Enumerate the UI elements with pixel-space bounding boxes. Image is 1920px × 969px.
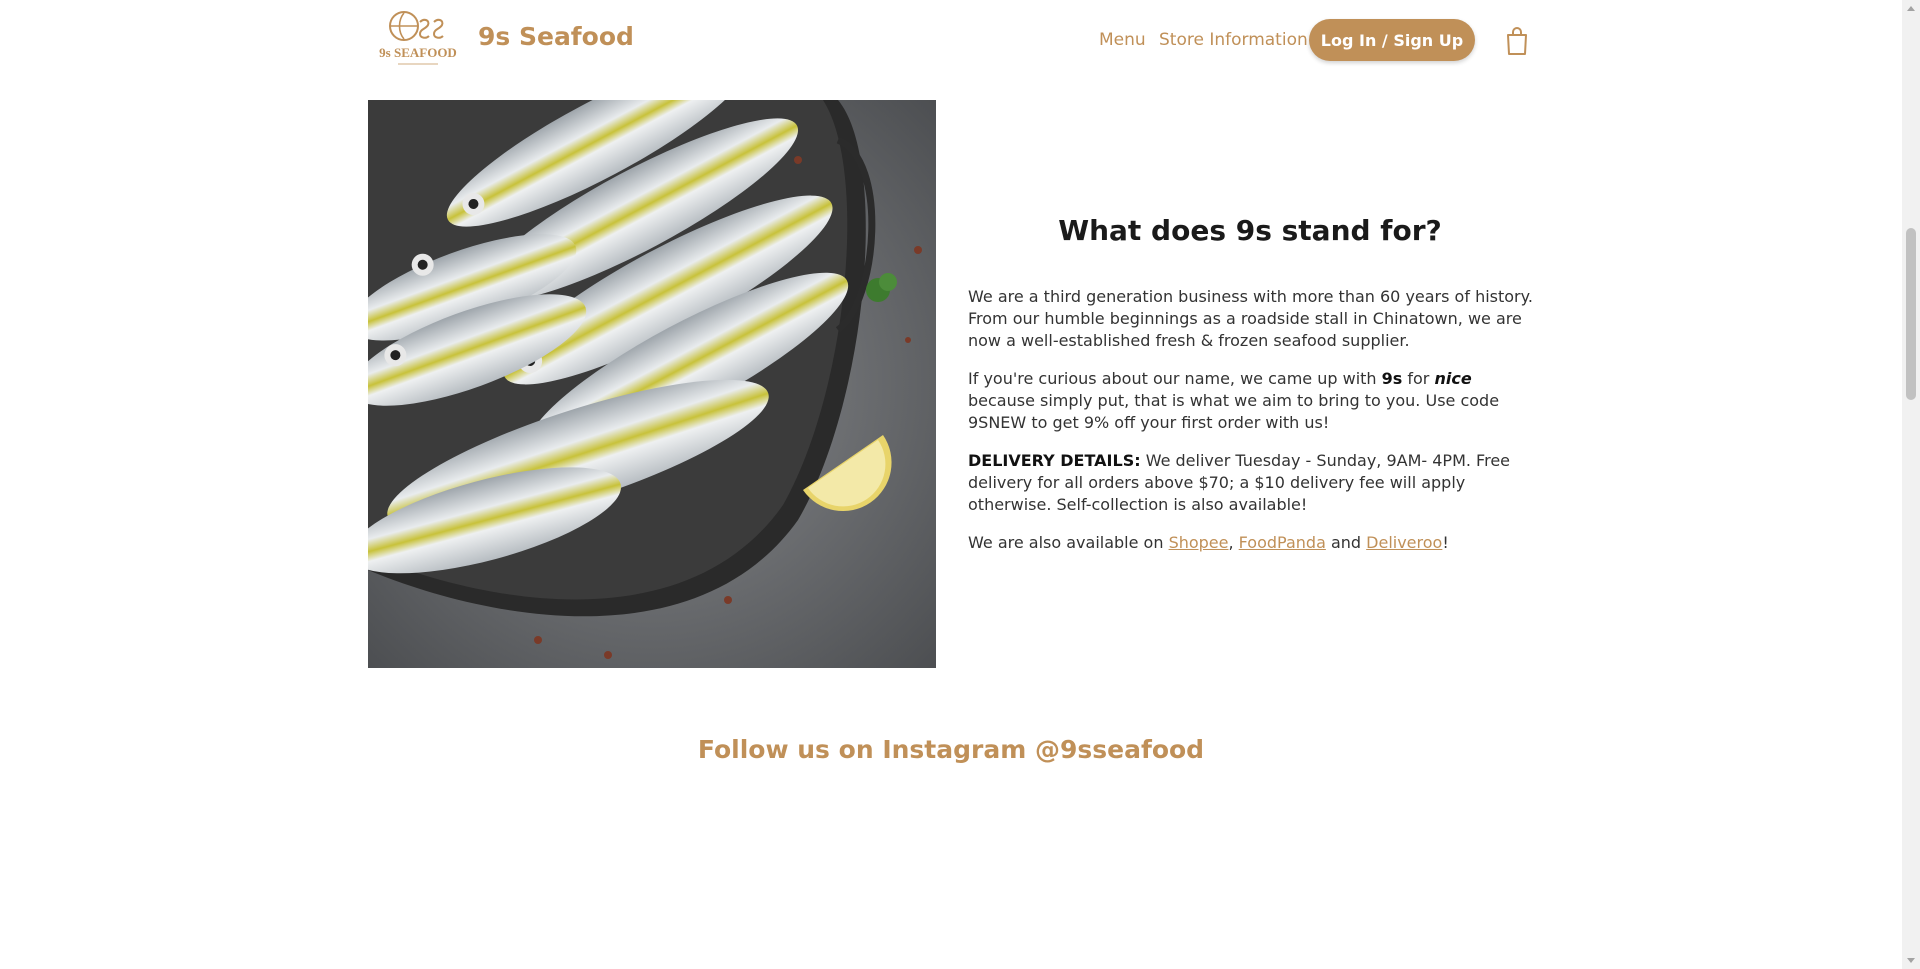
platforms-sep-2: and <box>1325 533 1367 552</box>
instagram-heading[interactable]: Follow us on Instagram @9sseafood <box>0 735 1902 764</box>
login-signup-button[interactable]: Log In / Sign Up <box>1309 19 1475 61</box>
platforms-suffix: ! <box>1442 533 1449 552</box>
scrollbar-thumb[interactable] <box>1906 228 1916 400</box>
site-header: 9s SEAFOOD 9s Seafood Menu Store Informa… <box>0 0 1902 80</box>
platforms-sep-1: , <box>1228 533 1239 552</box>
about-history-paragraph: We are a third generation business with … <box>968 287 1533 350</box>
name-text-1: If you're curious about our name, we cam… <box>968 369 1382 388</box>
page-scrollbar[interactable] <box>1902 0 1920 969</box>
shopping-bag-icon[interactable] <box>1505 26 1529 56</box>
name-nice-bold-italic: nice <box>1434 369 1472 388</box>
name-9s-bold: 9s <box>1381 369 1403 388</box>
platforms-prefix: We are also available on <box>968 533 1169 552</box>
nav-store-information-link[interactable]: Store Information <box>1159 30 1308 50</box>
brand-logo[interactable]: 9s SEAFOOD <box>376 8 460 72</box>
foodpanda-link[interactable]: FoodPanda <box>1239 533 1326 552</box>
shopee-link[interactable]: Shopee <box>1169 533 1229 552</box>
name-text-2: for <box>1402 369 1435 388</box>
page: 9s SEAFOOD 9s Seafood Menu Store Informa… <box>0 0 1902 969</box>
brand-name[interactable]: 9s Seafood <box>478 22 634 51</box>
svg-text:9s SEAFOOD: 9s SEAFOOD <box>379 45 457 60</box>
platforms-paragraph: We are also available on Shopee, FoodPan… <box>968 532 1534 554</box>
scroll-down-arrow-icon[interactable] <box>1902 952 1920 969</box>
fish-platter-image <box>368 100 936 668</box>
name-text-3: because simply put, that is what we aim … <box>968 391 1500 432</box>
nav-menu-link[interactable]: Menu <box>1099 30 1146 50</box>
deliveroo-link[interactable]: Deliveroo <box>1366 533 1442 552</box>
scroll-up-arrow-icon[interactable] <box>1902 0 1920 17</box>
delivery-details-paragraph: DELIVERY DETAILS: We deliver Tuesday - S… <box>968 450 1534 516</box>
about-heading: What does 9s stand for? <box>1058 214 1442 247</box>
about-name-paragraph: If you're curious about our name, we cam… <box>968 368 1534 434</box>
delivery-details-label: DELIVERY DETAILS: <box>968 451 1141 470</box>
